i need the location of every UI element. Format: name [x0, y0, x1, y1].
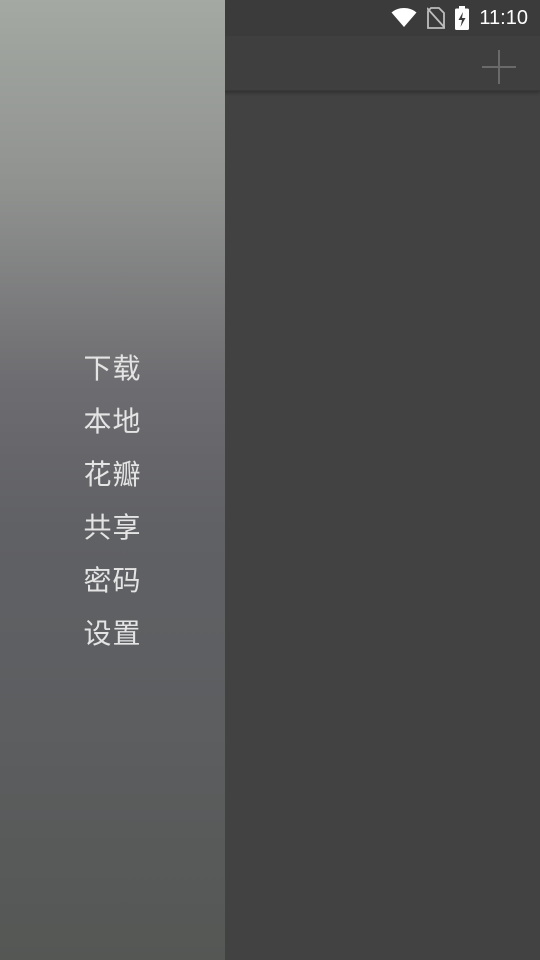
battery-charging-icon [455, 6, 470, 30]
status-time: 11:10 [479, 6, 528, 29]
plus-icon [482, 50, 516, 84]
menu-item-local[interactable]: 本地 [0, 393, 225, 446]
add-button[interactable] [480, 48, 518, 86]
menu-item-share[interactable]: 共享 [0, 499, 225, 552]
no-sim-icon [427, 6, 446, 30]
menu-item-download[interactable]: 下载 [0, 340, 225, 393]
menu-item-password[interactable]: 密码 [0, 552, 225, 605]
wifi-icon [391, 6, 417, 30]
menu-item-huaban[interactable]: 花瓣 [0, 446, 225, 499]
navigation-drawer: 下载 本地 花瓣 共享 密码 设置 [0, 0, 225, 960]
drawer-menu: 下载 本地 花瓣 共享 密码 设置 [0, 340, 225, 658]
menu-item-settings[interactable]: 设置 [0, 605, 225, 658]
